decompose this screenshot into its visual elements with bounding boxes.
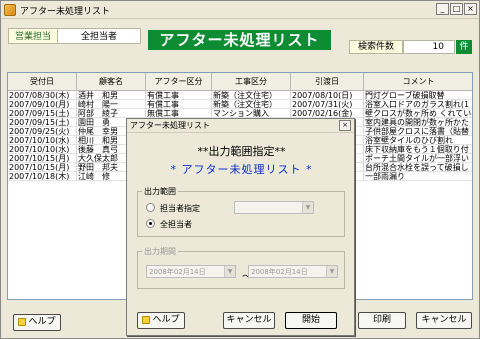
end-date-value: 2008年02月14日 [251,268,308,276]
cancel-button[interactable]: キャンセル [416,312,472,329]
cell-customer: 阿部 綾子 [77,109,146,118]
cell-after-type: 有償工事 [146,91,212,100]
cell-received-date: 2007/08/30(木) [8,91,77,100]
cell-received-date: 2007/09/25(火) [8,127,77,136]
cell-received-date: 2007/09/15(土) [8,109,77,118]
output-period-legend: 出力期間 [142,246,178,257]
cell-delivery-date: 2007/08/10(日) [291,91,364,100]
cell-comment: 子供部屋クロスに落書（貼替 [364,127,472,136]
chevron-down-icon: ▼ [302,202,313,213]
dialog-cancel-button[interactable]: キャンセル [223,312,275,329]
start-date-value: 2008年02月14日 [149,268,206,276]
help-icon [18,317,27,326]
start-date-select[interactable]: 2008年02月14日 ▼ [146,265,236,278]
start-button[interactable]: 開始 [285,312,337,329]
cell-comment: 一部雨漏り [364,172,472,181]
minimize-button[interactable]: _ [436,3,449,15]
dialog-help-label: ヘルプ [152,315,180,325]
table-row[interactable]: 2007/09/10(月) 崎村 陽一 有償工事 新築（注文住宅） 2007/07/31… [8,100,472,109]
cell-comment: 台所混合水栓を誤って破損し [364,163,472,172]
maximize-button[interactable]: □ [450,3,463,15]
chevron-down-icon: ▼ [326,266,337,277]
cell-comment: ポーチ土間タイルが一部浮い [364,154,472,163]
help-icon [142,315,151,324]
cell-customer: 酒井 和男 [77,91,146,100]
app-icon [4,4,16,16]
grid-header: 受付日 顧客名 アフター区分 工事区分 引渡日 コメント [8,73,472,91]
all-staff-label[interactable]: 全担当者 [160,219,192,230]
all-staff-radio[interactable] [146,219,155,228]
assigned-staff-label[interactable]: 担当者指定 [160,203,200,214]
end-date-select[interactable]: 2008年02月14日 ▼ [248,265,338,278]
cell-received-date: 2007/10/15(月) [8,154,77,163]
window-title: アフター未処理リスト [20,7,111,17]
dialog-heading: **出力範囲指定** [197,145,286,158]
help-button-label: ヘルプ [28,317,56,327]
cell-comment: 床下収納庫をもう１個取り付 [364,145,472,154]
output-period-group: 出力期間 2008年02月14日 ▼ 〜 2008年02月14日 ▼ [137,246,345,289]
cell-comment: 門灯グローブ破損取替 [364,91,472,100]
cell-comment: 浴室入口ドアのガラス割れ(1 [364,100,472,109]
dialog-subtitle: * アフター未処理リスト * [170,163,313,176]
staff-select[interactable]: ▼ [234,201,314,214]
cell-received-date: 2007/10/10(水) [8,136,77,145]
dialog-help-button[interactable]: ヘルプ [137,312,185,329]
page-title-banner: アフター未処理リスト [148,30,331,50]
output-range-group: 出力範囲 担当者指定 ▼ 全担当者 [137,186,345,237]
close-button[interactable]: × [464,3,477,15]
all-staff-value: 全担当者 [58,28,141,44]
cell-after-type: 有償工事 [146,100,212,109]
cell-after-type: 無償工事 [146,109,212,118]
column-header-received-date[interactable]: 受付日 [8,73,77,91]
cell-received-date: 2007/10/15(月) [8,163,77,172]
column-header-work-type[interactable]: 工事区分 [212,73,291,91]
cell-comment: 浴室壁タイルのひび割れ [364,136,472,145]
search-count-label: 検索件数 [349,40,403,54]
search-count-value: 10 [403,40,455,54]
cell-received-date: 2007/09/10(月) [8,100,77,109]
column-header-customer[interactable]: 顧客名 [77,73,146,91]
dialog-title: アフター未処理リスト [127,119,354,133]
cell-customer: 崎村 陽一 [77,100,146,109]
chevron-down-icon: ▼ [224,266,235,277]
cell-comment: 壁クロスが数ヶ所め くれてい [364,109,472,118]
cell-work-type: 新築（注文住宅） [212,100,291,109]
sales-staff-label: 営業担当 [8,28,58,44]
cell-received-date: 2007/09/15(土) [8,118,77,127]
output-range-dialog: アフター未処理リスト × **出力範囲指定** * アフター未処理リスト * 出… [126,118,355,336]
column-header-comment[interactable]: コメント [364,73,472,91]
cell-delivery-date: 2007/07/31(火) [291,100,364,109]
output-range-legend: 出力範囲 [142,186,178,197]
column-header-delivery-date[interactable]: 引渡日 [291,73,364,91]
print-button[interactable]: 印刷 [358,312,406,329]
title-bar: アフター未処理リスト _ □ × [1,1,479,19]
cell-comment: 室内建具の開閉が数ヶ所かた [364,118,472,127]
column-header-after-type[interactable]: アフター区分 [146,73,212,91]
search-count-unit: 件 [456,40,472,54]
cell-received-date: 2007/10/18(木) [8,172,77,181]
cell-received-date: 2007/10/10(水) [8,145,77,154]
assigned-staff-radio[interactable] [146,203,155,212]
cell-work-type: マンション購入 [212,109,291,118]
cell-delivery-date: 2007/02/16(金) [291,109,364,118]
table-row[interactable]: 2007/08/30(木) 酒井 和男 有償工事 新築（注文住宅） 2007/08/10… [8,91,472,100]
help-button[interactable]: ヘルプ [13,314,61,331]
table-row[interactable]: 2007/09/15(土) 阿部 綾子 無償工事 マンション購入 2007/02/16(… [8,109,472,118]
cell-work-type: 新築（注文住宅） [212,91,291,100]
dialog-close-button[interactable]: × [339,120,351,131]
